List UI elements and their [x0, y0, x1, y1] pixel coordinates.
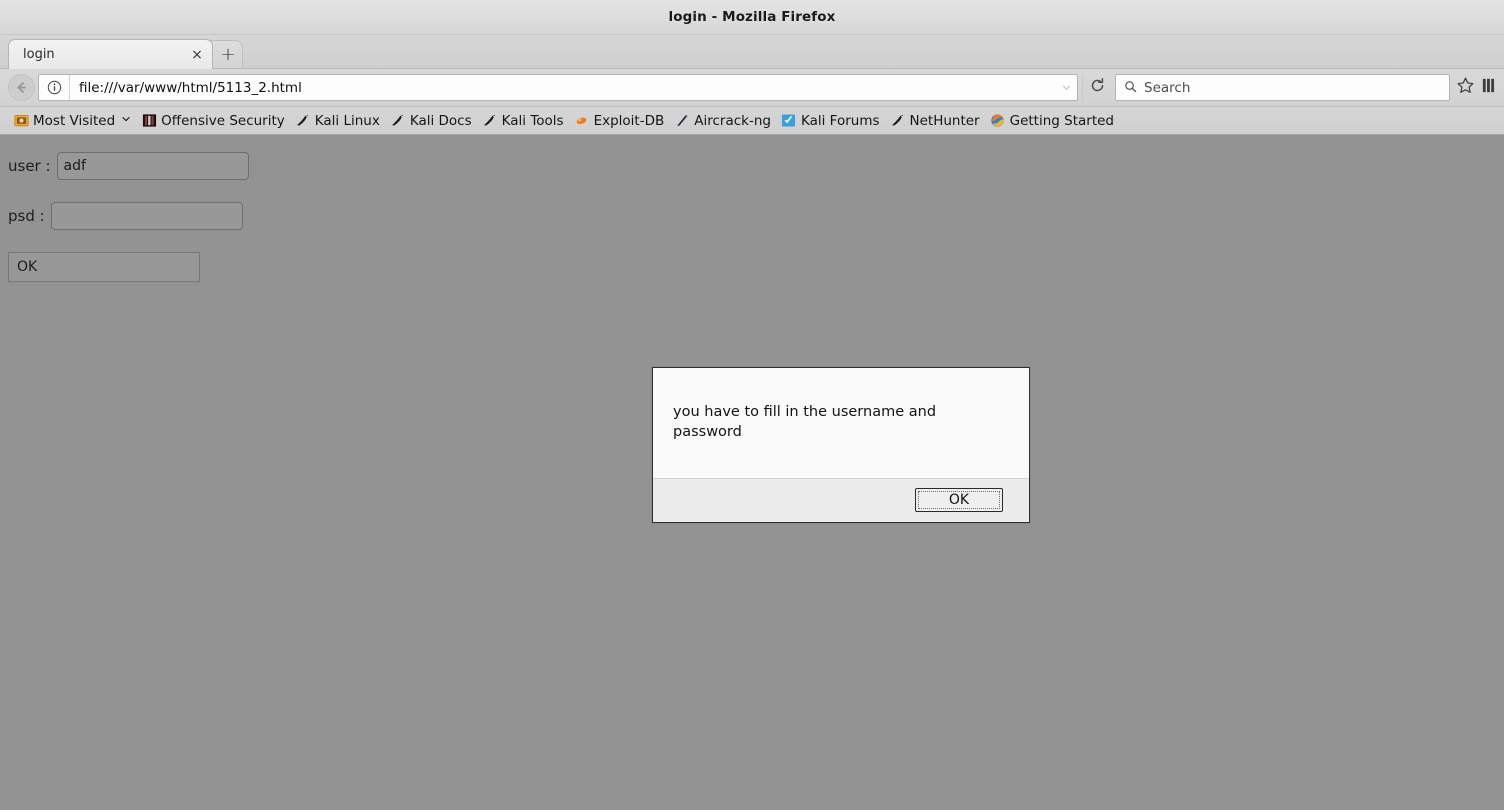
kali-dragon-icon [390, 113, 406, 129]
password-input[interactable] [50, 202, 243, 230]
reload-button[interactable] [1082, 74, 1112, 101]
back-button[interactable] [6, 74, 36, 102]
kali-dragon-icon [295, 113, 311, 129]
new-tab-button[interactable]: + [209, 40, 243, 69]
page-content: user : psd : OK you have to fill in the … [0, 135, 1504, 810]
user-label: user : [8, 157, 51, 175]
exploit-db-icon [574, 113, 590, 129]
bookmark-label: Kali Docs [409, 112, 472, 129]
submit-row: OK [0, 252, 1504, 282]
bookmark-label: Kali Tools [501, 112, 564, 129]
navigation-toolbar: file:///var/www/html/5113_2.html Search [0, 69, 1504, 107]
bookmark-kali-linux[interactable]: Kali Linux [290, 111, 385, 131]
alert-dialog-footer: OK [653, 478, 1029, 522]
bookmark-label: NetHunter [909, 112, 980, 129]
url-text: file:///var/www/html/5113_2.html [79, 79, 302, 96]
submit-button[interactable]: OK [8, 252, 200, 282]
offensive-security-icon [141, 113, 157, 129]
bookmark-getting-started[interactable]: Getting Started [985, 111, 1119, 131]
search-bar[interactable]: Search [1115, 74, 1450, 101]
tab-login[interactable]: login × [8, 39, 213, 69]
bookmarks-toolbar: Most Visited Offensive Security Kali Lin… [0, 107, 1504, 135]
psd-row: psd : [8, 202, 1504, 230]
alert-dialog-body: you have to fill in the username and pas… [653, 368, 1029, 478]
chevron-down-icon[interactable] [1055, 82, 1077, 93]
bookmark-label: Getting Started [1009, 112, 1114, 129]
firefox-icon [990, 113, 1006, 129]
tab-strip: login × + [0, 35, 1504, 69]
browser-window: login - Mozilla Firefox login × + file:/… [0, 0, 1504, 810]
bookmark-label: Exploit-DB [593, 112, 665, 129]
window-titlebar: login - Mozilla Firefox [0, 0, 1504, 35]
bookmark-label: Kali Forums [800, 112, 880, 129]
window-title: login - Mozilla Firefox [668, 9, 836, 25]
aircrack-ng-icon [674, 113, 690, 129]
bookmark-most-visited[interactable]: Most Visited [8, 111, 136, 131]
bookmark-label: Most Visited [33, 112, 116, 129]
bookmark-offensive-security[interactable]: Offensive Security [136, 111, 290, 131]
psd-label: psd : [8, 207, 45, 225]
bookmark-kali-tools[interactable]: Kali Tools [477, 111, 569, 131]
search-input[interactable]: Search [1144, 80, 1190, 96]
star-icon [1456, 76, 1475, 99]
reload-icon [1089, 77, 1106, 98]
bookmark-kali-docs[interactable]: Kali Docs [385, 111, 477, 131]
bookmark-label: Kali Linux [314, 112, 380, 129]
alert-message: you have to fill in the username and pas… [673, 404, 937, 440]
library-icon [1480, 76, 1498, 99]
username-input[interactable] [56, 152, 249, 180]
kali-dragon-icon [890, 113, 906, 129]
bookmark-exploit-db[interactable]: Exploit-DB [569, 111, 670, 131]
bookmark-label: Aircrack-ng [694, 112, 771, 129]
chevron-down-icon [121, 114, 131, 127]
tab-label: login [23, 47, 55, 62]
most-visited-icon [13, 113, 29, 129]
library-button[interactable] [1480, 74, 1498, 102]
page-info-icon[interactable] [39, 75, 70, 100]
bookmark-nethunter[interactable]: NetHunter [885, 111, 985, 131]
search-icon [1124, 78, 1137, 97]
user-row: user : [8, 152, 1504, 180]
url-bar[interactable]: file:///var/www/html/5113_2.html [38, 74, 1078, 101]
kali-dragon-icon [482, 113, 498, 129]
kali-forums-icon [781, 113, 797, 129]
back-arrow-icon [7, 74, 35, 101]
alert-ok-button[interactable]: OK [915, 488, 1003, 512]
bookmark-star-button[interactable] [1450, 74, 1480, 102]
bookmark-label: Offensive Security [161, 112, 285, 129]
close-icon[interactable]: × [188, 46, 206, 64]
bookmark-kali-forums[interactable]: Kali Forums [776, 111, 885, 131]
bookmark-aircrack-ng[interactable]: Aircrack-ng [669, 111, 776, 131]
alert-dialog: you have to fill in the username and pas… [652, 367, 1030, 523]
